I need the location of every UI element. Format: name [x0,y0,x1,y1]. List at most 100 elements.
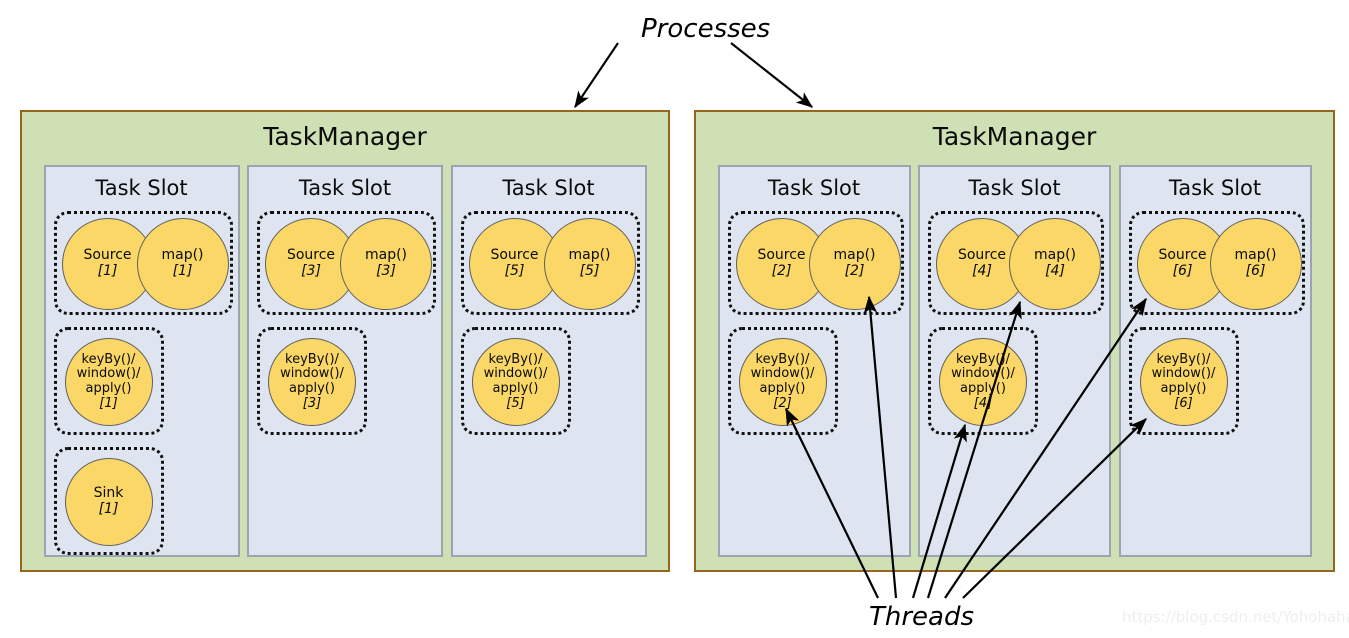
operator-map-1-name: map() [161,247,204,264]
threads-annotation-label: Threads [869,602,975,632]
taskmanager-2-title: TaskManager [932,122,1097,151]
operator-window-3-name-line1: keyBy()/ [285,351,339,367]
task-slot-1[interactable]: Task Slot Source [1] map() [1] keyBy()/ … [43,165,240,557]
operator-map-2-name: map() [833,247,876,264]
task-slot-3-title: Task Slot [502,176,595,200]
operator-window-6-name-line1: keyBy()/ [1156,351,1211,367]
processes-arrow-right [730,42,813,108]
diagram-canvas: Processes TaskManager Task Slot Source [… [0,0,1349,638]
operator-window-2-name-line1: keyBy()/ [755,351,810,367]
operator-window-4[interactable]: keyBy()/ window()/ apply() [4] [939,338,1027,426]
task-slot-1-title: Task Slot [95,176,188,200]
processes-annotation-label: Processes [641,14,771,44]
operator-window-2-name-line2: window()/ [750,366,815,382]
operator-source-6-index: [6] [1172,263,1193,279]
operator-window-4-name-line1: keyBy()/ [956,351,1010,367]
operator-source-3-name: Source [286,247,336,264]
operator-window-5-name-line3: apply() [492,381,539,396]
operator-window-3-name-line2: window()/ [280,366,344,382]
watermark: https://blog.csdn.net/Yohohaha [1122,608,1349,626]
task-slot-4-title: Task Slot [767,176,861,200]
operator-window-6[interactable]: keyBy()/ window()/ apply() [6] [1139,338,1228,426]
operator-map-1[interactable]: map() [1] [136,218,229,310]
operator-window-2-index: [2] [773,395,792,411]
operator-window-5-name-line1: keyBy()/ [488,351,543,367]
task-group-window-5: keyBy()/ window()/ apply() [5] [460,327,571,435]
operator-window-3[interactable]: keyBy()/ window()/ apply() [3] [268,338,356,426]
operator-window-3-index: [3] [302,395,322,411]
task-group-window-3: keyBy()/ window()/ apply() [3] [257,327,367,435]
operator-source-5-name: Source [490,247,539,264]
task-slot-6[interactable]: Task Slot Source [6] map() [6] keyBy()/ … [1118,165,1312,557]
task-group-chain-1: Source [1] map() [1] [53,211,233,315]
operator-map-3[interactable]: map() [3] [340,218,432,310]
operator-source-1-index: [1] [97,263,118,279]
taskmanager-2-slots-row: Task Slot Source [2] map() [2] keyBy()/ … [696,165,1333,557]
operator-window-4-name-line3: apply() [960,381,1006,396]
operator-map-2[interactable]: map() [2] [808,218,901,310]
task-group-chain-6: Source [6] map() [6] [1128,211,1305,315]
operator-map-4-name: map() [1033,247,1077,264]
taskmanager-1-title: TaskManager [263,122,427,151]
operator-window-5[interactable]: keyBy()/ window()/ apply() [5] [471,338,560,426]
operator-window-4-index: [4] [973,395,993,411]
operator-source-2-name: Source [757,247,806,264]
operator-map-6[interactable]: map() [6] [1209,218,1302,310]
task-group-window-2: keyBy()/ window()/ apply() [2] [727,327,838,435]
operator-window-1-index: [1] [99,395,118,411]
task-slot-2-title: Task Slot [298,176,392,200]
operator-map-4[interactable]: map() [4] [1009,218,1101,310]
operator-window-1-name-line1: keyBy()/ [81,351,136,367]
task-slot-4[interactable]: Task Slot Source [2] map() [2] keyBy()/ … [717,165,911,557]
operator-sink-1-name: Sink [93,485,124,502]
task-slot-3[interactable]: Task Slot Source [5] map() [5] keyBy()/ … [450,165,647,557]
task-slot-2[interactable]: Task Slot Source [3] map() [3] keyBy()/ … [247,165,443,557]
operator-source-2-index: [2] [771,263,792,279]
operator-window-1-name-line2: window()/ [76,366,141,382]
operator-window-1-name-line3: apply() [85,381,132,396]
operator-map-1-index: [1] [172,263,193,279]
operator-map-5-index: [5] [579,263,600,279]
task-slot-6-title: Task Slot [1168,176,1262,200]
task-group-chain-3: Source [5] map() [5] [460,211,640,315]
operator-map-3-name: map() [364,247,408,264]
operator-source-1-name: Source [83,247,132,264]
taskmanager-2: TaskManager Task Slot Source [2] map() [… [694,110,1335,572]
operator-window-5-index: [5] [506,395,525,411]
operator-window-6-index: [6] [1174,395,1193,411]
task-group-window-4: keyBy()/ window()/ apply() [4] [928,327,1038,435]
operator-map-6-index: [6] [1245,263,1266,279]
operator-map-6-name: map() [1234,247,1277,264]
task-slot-5-title: Task Slot [968,176,1061,200]
operator-window-5-name-line2: window()/ [483,366,548,382]
task-group-chain-4: Source [2] map() [2] [727,211,904,315]
operator-source-5-index: [5] [504,263,525,279]
operator-source-6-name: Source [1158,247,1207,264]
task-group-chain-5: Source [4] map() [4] [928,211,1104,315]
taskmanager-1: TaskManager Task Slot Source [1] map() [… [20,110,670,572]
operator-map-2-index: [2] [844,263,865,279]
operator-window-2[interactable]: keyBy()/ window()/ apply() [2] [738,338,827,426]
operator-window-2-name-line3: apply() [759,381,806,396]
operator-map-3-index: [3] [376,263,396,279]
task-group-window-6: keyBy()/ window()/ apply() [6] [1128,327,1239,435]
processes-arrow-left [574,42,619,109]
taskmanager-1-slots-row: Task Slot Source [1] map() [1] keyBy()/ … [22,165,668,557]
operator-sink-1[interactable]: Sink [1] [64,458,153,546]
operator-map-4-index: [4] [1045,263,1065,279]
operator-source-3-index: [3] [301,263,321,279]
operator-sink-1-index: [1] [98,501,119,517]
operator-window-6-name-line2: window()/ [1151,366,1216,382]
operator-window-3-name-line3: apply() [289,381,335,396]
task-group-window-1: keyBy()/ window()/ apply() [1] [53,327,164,435]
operator-window-6-name-line3: apply() [1160,381,1207,396]
operator-map-5[interactable]: map() [5] [543,218,636,310]
task-group-sink-1: Sink [1] [53,447,164,555]
operator-map-5-name: map() [568,247,611,264]
task-slot-5[interactable]: Task Slot Source [4] map() [4] keyBy()/ … [918,165,1111,557]
operator-source-4-index: [4] [972,263,992,279]
task-group-chain-2: Source [3] map() [3] [257,211,436,315]
operator-window-1[interactable]: keyBy()/ window()/ apply() [1] [64,338,153,426]
operator-source-4-name: Source [957,247,1007,264]
operator-window-4-name-line2: window()/ [951,366,1015,382]
